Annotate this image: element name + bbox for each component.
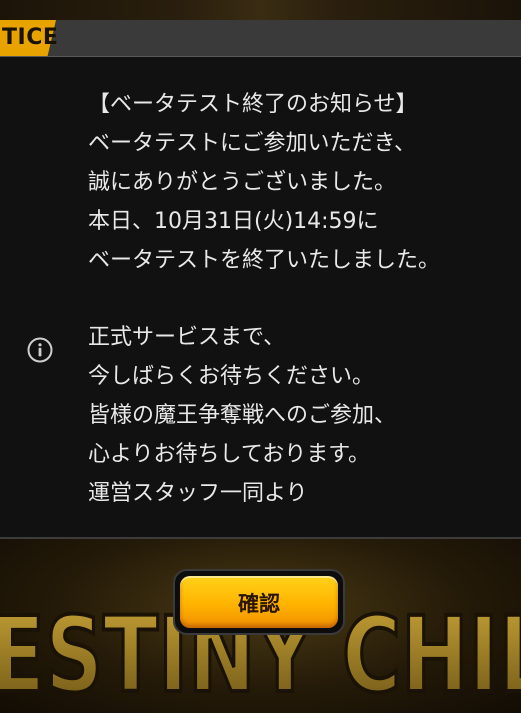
- notice-header: TICE: [0, 20, 521, 57]
- game-screen: TICE 【ベータテスト終了のお知らせ】 ベータテストにご参加いただき、 誠にあ…: [0, 0, 521, 713]
- notice-line: 正式サービスまで、: [88, 325, 286, 351]
- confirm-button-label: 確認: [238, 592, 280, 616]
- notice-line: 本日、10月31日(火)14:59に: [88, 208, 379, 234]
- confirm-button[interactable]: 確認: [173, 569, 345, 635]
- notice-line: 誠にありがとうございました。: [88, 169, 397, 195]
- notice-line: 【ベータテスト終了のお知らせ】: [88, 92, 418, 117]
- notice-line: 心よりお待ちしております。: [88, 442, 371, 468]
- background-artwork-top: [0, 0, 521, 22]
- notice-line: 皆様の魔王争奪戦へのご参加、: [88, 403, 397, 429]
- header-title: TICE: [2, 25, 59, 50]
- notice-line: ベータテストを終了いたしました。: [88, 247, 441, 273]
- notice-signature: 運営スタッフ一同より: [88, 480, 308, 506]
- info-icon: [27, 337, 53, 363]
- notice-line: 今しばらくお待ちください。: [88, 364, 375, 390]
- notice-message: 【ベータテスト終了のお知らせ】 ベータテストにご参加いただき、 誠にありがとうご…: [88, 86, 508, 514]
- notice-line: ベータテストにご参加いただき、: [88, 130, 417, 156]
- confirm-button-face[interactable]: 確認: [180, 576, 338, 628]
- notice-line-blank: [88, 280, 508, 319]
